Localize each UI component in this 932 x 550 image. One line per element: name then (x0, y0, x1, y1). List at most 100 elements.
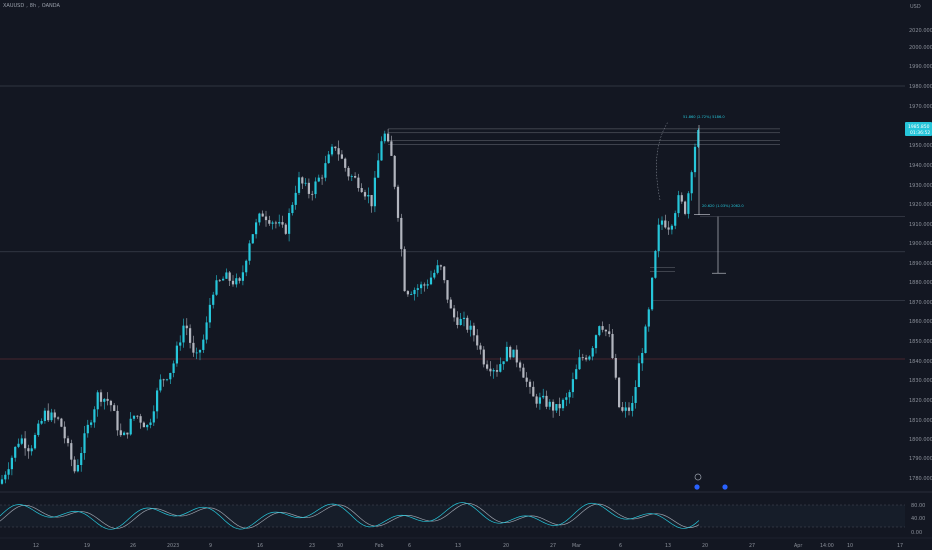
candle[interactable] (17, 443, 20, 447)
candle[interactable] (245, 260, 248, 273)
candle[interactable] (400, 217, 403, 250)
candle[interactable] (651, 277, 654, 310)
candle[interactable] (307, 182, 310, 194)
candle[interactable] (106, 398, 109, 401)
projection-arc[interactable] (656, 121, 669, 201)
candle[interactable] (439, 265, 442, 267)
candle[interactable] (568, 392, 571, 398)
candle[interactable] (489, 368, 492, 372)
candle[interactable] (24, 438, 27, 449)
candle[interactable] (284, 224, 287, 234)
candle[interactable] (40, 421, 43, 424)
candle[interactable] (647, 309, 650, 327)
candle[interactable] (344, 158, 347, 168)
candle[interactable] (538, 397, 541, 404)
candle[interactable] (525, 377, 528, 382)
candle[interactable] (10, 457, 13, 470)
candle[interactable] (215, 280, 218, 295)
candle[interactable] (208, 304, 211, 323)
candle[interactable] (380, 141, 383, 161)
candle[interactable] (449, 299, 452, 309)
candle[interactable] (132, 415, 136, 419)
candle[interactable] (347, 167, 350, 177)
candle[interactable] (528, 381, 532, 387)
candle[interactable] (561, 399, 565, 409)
candle[interactable] (258, 213, 261, 223)
candle[interactable] (334, 146, 337, 149)
candle[interactable] (535, 396, 538, 404)
candle[interactable] (116, 410, 119, 431)
candle[interactable] (387, 133, 390, 142)
candle[interactable] (667, 227, 670, 230)
candle[interactable] (175, 345, 178, 364)
candle[interactable] (644, 326, 647, 354)
candle[interactable] (436, 265, 439, 273)
candle[interactable] (377, 160, 380, 178)
candle[interactable] (129, 418, 132, 435)
candle[interactable] (235, 278, 238, 285)
candle[interactable] (99, 392, 103, 402)
candle[interactable] (410, 294, 413, 295)
candle[interactable] (552, 401, 555, 411)
symbol-header[interactable]: XAUUSD , 8h , OANDA (3, 3, 60, 9)
candle[interactable] (416, 288, 419, 290)
candle[interactable] (268, 220, 271, 224)
candle[interactable] (4, 474, 7, 480)
candle[interactable] (684, 201, 687, 214)
candle[interactable] (578, 357, 581, 370)
candle[interactable] (340, 154, 343, 159)
candle[interactable] (47, 410, 50, 421)
candle[interactable] (169, 372, 172, 380)
candle[interactable] (363, 192, 367, 197)
candle[interactable] (502, 361, 505, 365)
candle[interactable] (70, 443, 73, 460)
candle[interactable] (383, 133, 386, 142)
candle[interactable] (393, 155, 396, 187)
candle[interactable] (123, 432, 126, 436)
candle[interactable] (660, 220, 664, 225)
candle[interactable] (548, 401, 551, 407)
candle[interactable] (80, 453, 83, 466)
candle[interactable] (499, 364, 502, 372)
candle[interactable] (165, 379, 169, 381)
candle[interactable] (238, 278, 241, 281)
candle[interactable] (670, 225, 673, 230)
candle[interactable] (558, 404, 561, 409)
candle[interactable] (680, 195, 683, 202)
candle[interactable] (604, 329, 607, 332)
candle[interactable] (601, 326, 604, 330)
candle[interactable] (126, 432, 129, 435)
candle[interactable] (565, 397, 568, 400)
candle[interactable] (33, 434, 37, 449)
candle[interactable] (159, 379, 162, 391)
candle[interactable] (492, 370, 495, 372)
candle[interactable] (621, 407, 624, 411)
candle[interactable] (423, 284, 426, 286)
candle[interactable] (182, 325, 185, 343)
price-chart[interactable]: 51.860 (2.72%) 5186.0 20.620 (1.03%) 2062… (0, 0, 932, 550)
candle[interactable] (624, 407, 627, 411)
candle[interactable] (30, 448, 33, 452)
candle[interactable] (585, 357, 588, 360)
candle[interactable] (294, 192, 297, 205)
candle[interactable] (136, 415, 139, 417)
candle[interactable] (677, 195, 680, 214)
candle[interactable] (555, 404, 558, 411)
candle[interactable] (413, 289, 416, 295)
candle[interactable] (86, 424, 89, 434)
candle[interactable] (693, 146, 697, 173)
candle[interactable] (311, 193, 314, 195)
candle[interactable] (156, 390, 159, 412)
candle[interactable] (476, 335, 479, 346)
candle[interactable] (446, 280, 449, 300)
candle[interactable] (185, 325, 188, 329)
candle[interactable] (330, 146, 334, 155)
candle[interactable] (301, 177, 304, 184)
candle[interactable] (20, 438, 23, 444)
candle[interactable] (482, 349, 485, 365)
candle[interactable] (420, 284, 423, 289)
candle[interactable] (139, 416, 142, 423)
clock-event-icon[interactable] (694, 473, 702, 481)
candle[interactable] (390, 141, 393, 156)
candle[interactable] (456, 317, 459, 325)
